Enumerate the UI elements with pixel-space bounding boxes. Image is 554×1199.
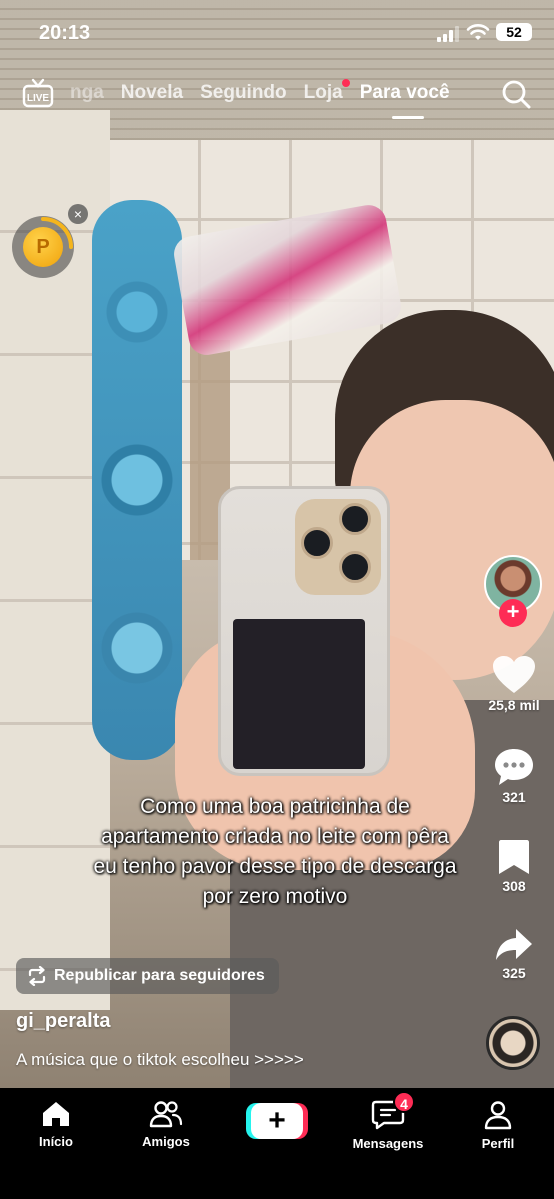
status-bar: 20:13 52 (0, 0, 554, 60)
lens (339, 551, 371, 583)
create-button[interactable]: + (246, 1103, 308, 1139)
tab-profile-label: Perfil (481, 1136, 515, 1151)
video-caption: Como uma boa patricinha de apartamento c… (93, 795, 457, 908)
lens (339, 503, 371, 535)
top-nav: LIVE nga Novela Seguindo Loja Para você (0, 70, 554, 120)
loja-notification-dot (341, 79, 350, 87)
messages-icon-wrap: 4 (371, 1091, 415, 1130)
tab-friends-label: Amigos (142, 1134, 190, 1149)
tab-messages[interactable]: 4 Mensagens (338, 1091, 438, 1151)
tab-loja-label: Loja (303, 82, 343, 103)
tab-novela[interactable]: Novela (121, 82, 183, 112)
search-icon[interactable] (500, 78, 532, 110)
wifi-icon (466, 24, 490, 40)
save-button[interactable]: 308 (484, 838, 544, 894)
live-tv-icon[interactable]: LIVE (22, 78, 54, 108)
video-phone-photo (233, 619, 365, 769)
share-icon (496, 929, 532, 960)
profile-icon (484, 1101, 512, 1130)
heart-icon (493, 656, 535, 693)
feed-tabs: nga Novela Seguindo Loja Para você (70, 79, 450, 119)
cellular-signal-icon (437, 26, 459, 42)
home-icon (43, 1102, 69, 1126)
share-count: 325 (502, 965, 526, 981)
tab-partial[interactable]: nga (70, 82, 104, 112)
svg-text:LIVE: LIVE (27, 93, 50, 104)
comment-icon (495, 749, 533, 785)
video-description[interactable]: A música que o tiktok escolheu >>>>> (16, 1050, 304, 1070)
close-icon[interactable]: × (68, 204, 88, 224)
repost-icon (28, 966, 46, 986)
repost-button[interactable]: Republicar para seguidores (16, 958, 279, 994)
tab-para-voce[interactable]: Para você (360, 82, 450, 119)
music-disc[interactable] (486, 1016, 540, 1070)
video-phone-camera (295, 499, 381, 595)
tab-loja[interactable]: Loja (303, 79, 350, 112)
tab-home-label: Início (39, 1134, 73, 1149)
comment-count: 321 (502, 789, 526, 805)
lens (301, 527, 333, 559)
status-time: 20:13 (39, 22, 91, 44)
like-count: 25,8 mil (488, 697, 540, 713)
video-frame[interactable] (0, 0, 554, 1088)
plus-icon: + (251, 1103, 303, 1139)
share-button[interactable]: 325 (484, 927, 544, 981)
friends-icon (149, 1101, 183, 1128)
repost-label: Republicar para seguidores (54, 967, 265, 984)
messages-badge: 4 (393, 1091, 415, 1113)
rewards-coin-widget[interactable]: P (12, 216, 74, 278)
coin-icon: P (23, 227, 63, 267)
bookmark-icon (499, 840, 529, 874)
video-phone (218, 486, 390, 776)
tab-messages-label: Mensagens (352, 1136, 424, 1151)
battery-indicator: 52 (496, 23, 532, 41)
follow-button[interactable]: + (499, 599, 527, 627)
comment-button[interactable]: 321 (484, 747, 544, 805)
tab-friends[interactable]: Amigos (116, 1100, 216, 1149)
video-crochet-hanging (92, 200, 182, 760)
tab-home[interactable]: Início (6, 1100, 106, 1149)
bottom-tab-bar: Início Amigos + 4 Mensagens Perfil (0, 1088, 554, 1199)
creator-username[interactable]: gi_peralta (16, 1010, 110, 1033)
save-count: 308 (502, 878, 526, 894)
tab-seguindo[interactable]: Seguindo (200, 82, 287, 112)
tab-profile[interactable]: Perfil (448, 1100, 548, 1151)
like-button[interactable]: 25,8 mil (484, 655, 544, 713)
